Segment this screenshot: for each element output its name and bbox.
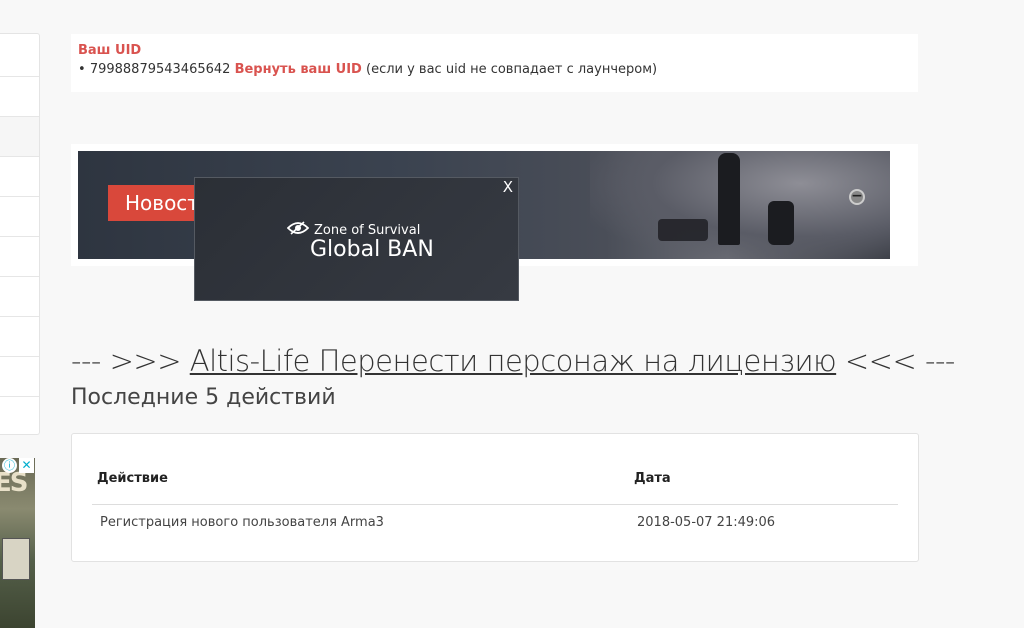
table-cell-action: Регистрация нового пользователя Arma3	[100, 515, 384, 530]
eye-logo-icon	[287, 221, 309, 235]
minus-circle-icon[interactable]: −	[849, 189, 865, 205]
ad-info-icon[interactable]: ⓘ	[2, 458, 17, 473]
recent-actions-title: Последние 5 действий	[71, 385, 336, 410]
global-ban-popup[interactable]: X Zone of Survival Global BAN	[194, 177, 519, 301]
uid-bullet: •	[78, 62, 90, 77]
sidebar-item[interactable]	[0, 277, 39, 317]
column-header-date: Дата	[634, 471, 671, 486]
restore-uid-link[interactable]: Вернуть ваш UID	[235, 62, 362, 77]
table-divider	[92, 504, 898, 505]
heading-prefix: --- >>>	[71, 344, 190, 378]
banner-soldier-figure	[718, 153, 740, 245]
sidebar-item[interactable]	[0, 357, 39, 397]
column-header-action: Действие	[97, 471, 168, 486]
sidebar-item[interactable]	[0, 117, 39, 157]
popup-brand: Zone of Survival	[314, 223, 421, 238]
uid-value: 79988879543465642	[89, 62, 231, 77]
banner-soldier-figure	[768, 201, 794, 245]
actions-table-card: Действие Дата Регистрация нового пользов…	[71, 433, 919, 562]
banner-sky	[590, 151, 890, 259]
sidebar-item[interactable]	[0, 237, 39, 277]
popup-close-button[interactable]: X	[503, 178, 513, 196]
sidebar-item[interactable]	[0, 34, 39, 77]
sidebar-item[interactable]	[0, 317, 39, 357]
banner-vehicle-figure	[658, 219, 708, 241]
ad-close-icon[interactable]: ✕	[19, 458, 34, 473]
table-cell-date: 2018-05-07 21:49:06	[637, 515, 776, 530]
heading-suffix: <<< ---	[836, 344, 956, 378]
uid-line: • 79988879543465642 Вернуть ваш UID (есл…	[78, 62, 911, 77]
sidebar-item[interactable]	[0, 197, 39, 237]
sidebar-item[interactable]	[0, 157, 39, 197]
popup-title: Global BAN	[310, 237, 434, 262]
ad-image-shape	[2, 538, 30, 580]
sidebar-item[interactable]	[0, 77, 39, 117]
uid-note: (если у вас uid не совпадает с лаунчером…	[366, 62, 658, 77]
side-advertisement[interactable]: ES	[0, 458, 35, 628]
transfer-license-link[interactable]: Altis-Life Перенести персонаж на лицензи…	[190, 344, 837, 378]
sidebar-item[interactable]	[0, 397, 39, 435]
uid-title: Ваш UID	[78, 43, 142, 58]
left-sidebar	[0, 33, 40, 435]
uid-panel: Ваш UID • 79988879543465642 Вернуть ваш …	[71, 34, 918, 92]
page-heading: --- >>> Altis-Life Перенести персонаж на…	[71, 344, 955, 378]
